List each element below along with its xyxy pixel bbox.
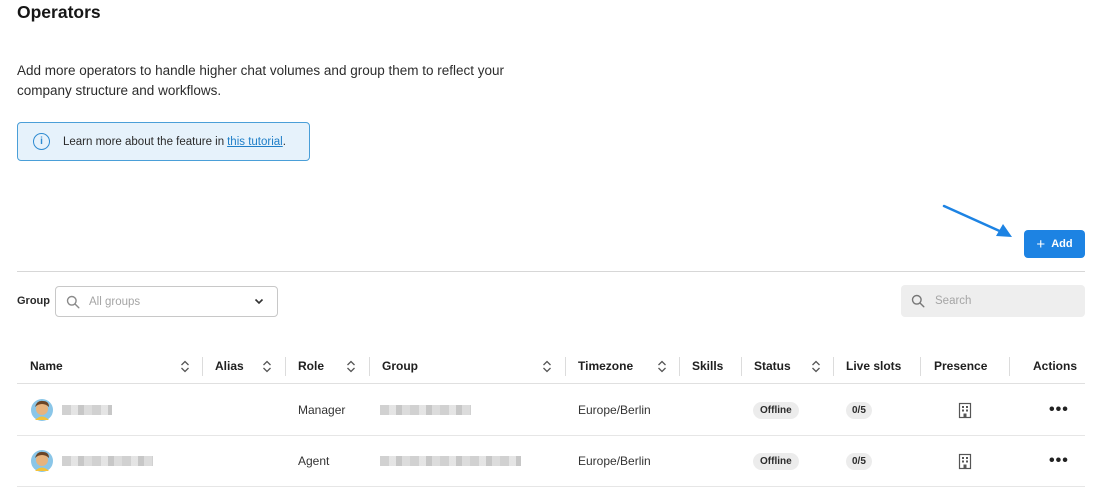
sort-icon[interactable] xyxy=(542,360,552,373)
divider xyxy=(17,271,1085,272)
column-separator xyxy=(285,357,286,376)
table-row[interactable]: Manager Europe/Berlin Offline 0/5 ••• xyxy=(17,385,1085,436)
sort-icon[interactable] xyxy=(262,360,272,373)
group-cell xyxy=(380,385,471,435)
building-icon xyxy=(958,402,972,418)
column-skills: Skills xyxy=(692,359,724,373)
search-input[interactable]: Search xyxy=(901,285,1085,317)
chevron-down-icon xyxy=(254,298,264,305)
actions-cell: ••• xyxy=(1049,436,1069,486)
group-name-redacted xyxy=(380,405,471,415)
live-slots-badge: 0/5 xyxy=(846,401,872,419)
status-badge: Offline xyxy=(753,452,799,470)
page-title: Operators xyxy=(17,2,101,22)
timezone-cell: Europe/Berlin xyxy=(578,403,651,417)
sort-icon[interactable] xyxy=(811,360,821,373)
operator-name-cell xyxy=(30,436,153,486)
status-cell: Offline xyxy=(753,436,799,486)
operator-name-redacted xyxy=(62,405,112,415)
group-select[interactable]: All groups xyxy=(55,286,278,317)
column-presence: Presence xyxy=(934,359,988,373)
column-live-slots: Live slots xyxy=(846,359,902,373)
column-group[interactable]: Group xyxy=(382,348,418,384)
column-alias[interactable]: Alias xyxy=(215,348,244,384)
search-placeholder: Search xyxy=(935,295,972,307)
timezone-cell: Europe/Berlin xyxy=(578,454,651,468)
presence-cell xyxy=(957,385,973,435)
operator-name-redacted xyxy=(62,456,153,466)
tutorial-link[interactable]: this tutorial xyxy=(227,136,283,148)
column-timezone[interactable]: Timezone xyxy=(578,348,633,384)
status-badge: Offline xyxy=(753,401,799,419)
table-header: Name Alias Role Group Timezone Skills St… xyxy=(17,348,1085,384)
info-text: Learn more about the feature in xyxy=(63,135,225,148)
group-name-redacted xyxy=(380,456,521,466)
sort-icon[interactable] xyxy=(346,360,356,373)
role-cell: Agent xyxy=(298,454,330,468)
more-icon[interactable]: ••• xyxy=(1049,452,1069,470)
column-role[interactable]: Role xyxy=(298,348,324,384)
info-suffix: . xyxy=(282,135,286,148)
column-separator xyxy=(369,357,370,376)
live-slots-badge: 0/5 xyxy=(846,452,872,470)
group-filter-label: Group xyxy=(17,295,50,307)
column-separator xyxy=(833,357,834,376)
column-separator xyxy=(920,357,921,376)
search-icon xyxy=(911,294,925,308)
presence-cell xyxy=(957,436,973,486)
live-slots-cell: 0/5 xyxy=(846,436,872,486)
avatar-icon xyxy=(31,450,53,472)
column-name[interactable]: Name xyxy=(30,348,63,384)
arrow-icon xyxy=(942,204,1012,237)
column-actions: Actions xyxy=(1033,359,1078,373)
status-cell: Offline xyxy=(753,385,799,435)
add-button-label: Add xyxy=(1051,238,1073,250)
column-separator xyxy=(565,357,566,376)
column-separator xyxy=(202,357,203,376)
actions-cell: ••• xyxy=(1049,385,1069,435)
column-separator xyxy=(741,357,742,376)
avatar-icon xyxy=(31,399,53,421)
search-icon xyxy=(66,295,80,309)
sort-icon[interactable] xyxy=(180,360,190,373)
sort-icon[interactable] xyxy=(657,360,667,373)
group-select-placeholder: All groups xyxy=(89,295,141,308)
building-icon xyxy=(958,453,972,469)
more-icon[interactable]: ••• xyxy=(1049,401,1069,419)
page-description: Add more operators to handle higher chat… xyxy=(17,63,505,98)
info-icon: i xyxy=(33,133,50,150)
live-slots-cell: 0/5 xyxy=(846,385,872,435)
add-button[interactable]: + Add xyxy=(1024,230,1085,258)
info-banner: i Learn more about the feature in this t… xyxy=(17,122,310,161)
role-cell: Manager xyxy=(298,403,346,417)
operator-name-cell xyxy=(30,385,112,435)
column-status[interactable]: Status xyxy=(754,348,791,384)
group-cell xyxy=(380,436,521,486)
table-row[interactable]: Agent Europe/Berlin Offline 0/5 ••• xyxy=(17,436,1085,487)
column-separator xyxy=(679,357,680,376)
plus-icon: + xyxy=(1036,235,1046,253)
column-separator xyxy=(1009,357,1010,376)
